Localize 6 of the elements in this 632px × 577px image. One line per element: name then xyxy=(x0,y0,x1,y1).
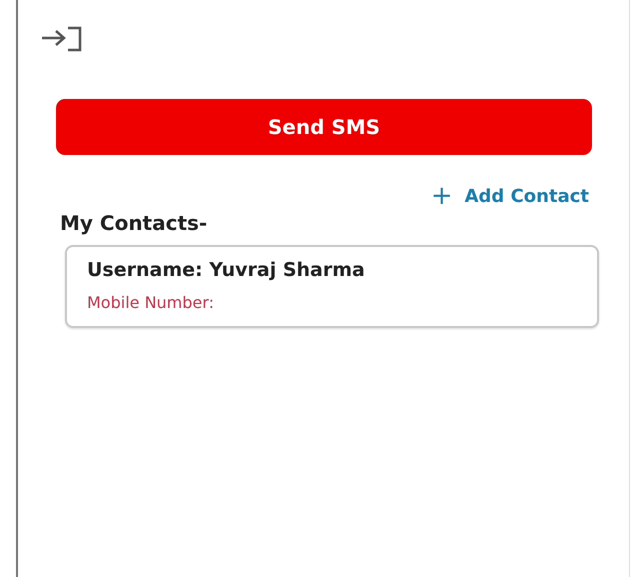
contact-mobile: Mobile Number: xyxy=(87,293,214,312)
add-contact-button[interactable]: + Add Contact xyxy=(430,183,589,209)
send-sms-button[interactable]: Send SMS xyxy=(56,99,592,155)
login-icon[interactable] xyxy=(40,26,84,52)
contact-username: Username: Yuvraj Sharma xyxy=(87,259,365,281)
contacts-heading: My Contacts- xyxy=(60,211,208,235)
